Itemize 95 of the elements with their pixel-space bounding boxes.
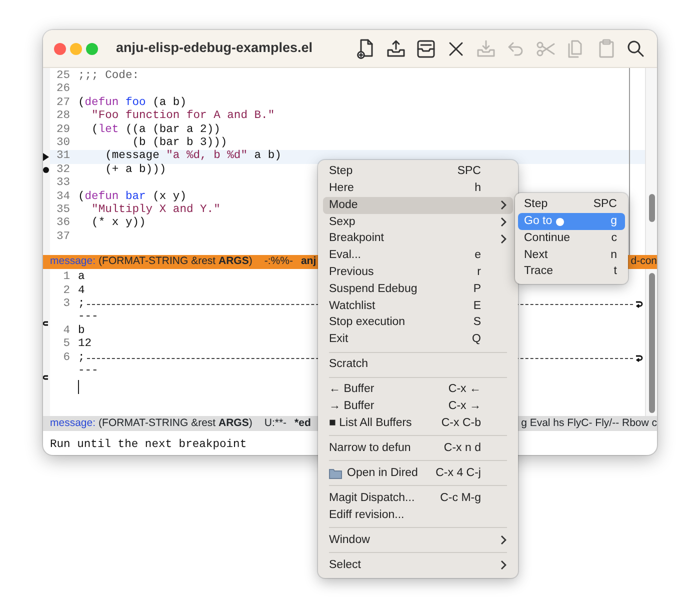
line-number: 31	[55, 150, 70, 164]
scrollbar[interactable]	[645, 68, 657, 256]
line-number: 29	[55, 124, 70, 137]
code-line: "Foo function for A and B."	[90, 110, 275, 124]
line-number: 32	[55, 164, 70, 178]
menu-item[interactable]: Ediff revision...	[323, 506, 513, 524]
output-line: 12	[78, 338, 92, 352]
line-number: 25	[55, 70, 70, 84]
line-number: 5	[62, 338, 70, 352]
line-number: 3	[62, 298, 70, 312]
output-line: ---	[78, 364, 98, 378]
menu-item[interactable]: Window	[323, 532, 513, 549]
scrollbar-thumb[interactable]	[649, 273, 655, 414]
menu-item[interactable]: Select	[323, 556, 513, 574]
code-line: (b (bar b 3)))	[131, 136, 228, 150]
menu-item[interactable]: Narrow to defun C-x n d	[323, 440, 513, 457]
line-number: 27	[55, 96, 70, 110]
line-number: 6	[62, 352, 70, 365]
menu-item[interactable]: Scratch	[323, 356, 513, 374]
menu-item[interactable]: Mode	[323, 197, 513, 214]
mode-list: d-con	[630, 255, 657, 270]
buffer-name: anj	[300, 255, 316, 270]
line-number: 26	[55, 83, 70, 97]
menu-item[interactable]: Sexp	[323, 214, 513, 231]
chevron-right-icon	[500, 217, 507, 228]
menu-item[interactable]: Trace t	[518, 264, 625, 280]
code-line: (* x y))	[90, 217, 146, 231]
output-line: ;	[78, 298, 85, 312]
function-name: message:	[50, 416, 96, 431]
archive-icon[interactable]	[415, 38, 437, 60]
close-window-button[interactable]	[54, 42, 66, 54]
line-number: 30	[55, 136, 70, 150]
text-cursor	[78, 380, 79, 394]
minimize-window-button[interactable]	[70, 42, 82, 54]
code-line: "Multiply X and Y."	[90, 204, 220, 216]
line-number: 1	[62, 271, 70, 285]
menu-item[interactable]: Next n	[518, 246, 625, 264]
code-line: ;;; Code:	[78, 70, 140, 84]
chevron-right-icon	[500, 234, 507, 244]
folder-icon	[329, 468, 342, 479]
zoom-window-button[interactable]	[86, 42, 98, 54]
chevron-right-icon	[500, 535, 507, 546]
line-number: 37	[55, 230, 70, 244]
code-line: (defun foo (a b)	[78, 96, 186, 110]
scrollbar[interactable]	[645, 269, 657, 416]
menu-item[interactable]: Breakpoint	[323, 230, 513, 248]
output-line: 4	[78, 284, 85, 298]
chevron-right-icon	[500, 200, 507, 210]
menu-item[interactable]: Open in Dired C-x 4 C-j	[323, 465, 513, 482]
function-signature: (FORMAT-STRING &rest ARGS)	[98, 255, 252, 270]
menu-item[interactable]: Continue c	[518, 230, 625, 247]
buffer-status: -:%%-	[264, 255, 293, 270]
chevron-right-icon	[500, 560, 507, 570]
line-number: 28	[55, 110, 70, 124]
menu-item[interactable]: Eval... e	[323, 247, 513, 264]
line-number: 34	[55, 190, 70, 204]
buffer-name: *ed	[294, 416, 311, 431]
line-number: 36	[55, 217, 70, 231]
line-number: 4	[62, 324, 70, 338]
line-wrap-icon	[43, 374, 49, 382]
output-line: ---	[78, 311, 98, 324]
menu-item[interactable]: Exit Q	[323, 331, 513, 348]
output-line: a	[78, 271, 85, 285]
line-number: 2	[62, 284, 70, 298]
scrollbar-thumb[interactable]	[649, 194, 655, 222]
output-line: ;	[78, 352, 85, 365]
menu-item[interactable]: Suspend Edebug P	[323, 281, 513, 298]
output-line: b	[78, 324, 85, 338]
menu-item[interactable]: Watchlist E	[323, 298, 513, 315]
line-wrap-icon	[636, 300, 643, 309]
function-name: message:	[50, 255, 96, 270]
pointer-dot-icon	[556, 218, 564, 226]
menu-item[interactable]: Previous r	[323, 264, 513, 282]
line-wrap-icon	[636, 354, 643, 363]
echo-area-message: Run until the next breakpoint	[49, 438, 247, 452]
code-line: (message "a %d, b %d" a b)	[104, 150, 282, 164]
upload-icon[interactable]	[385, 38, 407, 60]
code-line: (+ a b)))	[104, 164, 166, 178]
buffer-status: U:**-	[264, 416, 287, 431]
menu-item[interactable]: Magit Dispatch... C-c M-g	[323, 490, 513, 507]
line-number: 35	[55, 204, 70, 218]
menu-item[interactable]: ← Buffer C-x ←	[323, 381, 513, 398]
menu-item[interactable]: Here h	[323, 180, 513, 198]
window-title: anju-elisp-edebug-examples.el	[116, 39, 313, 58]
code-line: (let ((a (bar a 2))	[90, 124, 220, 136]
function-signature: (FORMAT-STRING &rest ARGS)	[98, 416, 252, 431]
line-number: 33	[55, 177, 70, 191]
code-line: (defun bar (x y)	[78, 190, 186, 204]
menu-item[interactable]: ■ List All Buffers C-x C-b	[323, 415, 513, 432]
menu-item[interactable]: Step SPC	[518, 196, 625, 214]
menu-item[interactable]: Stop execution S	[323, 314, 513, 332]
menu-item[interactable]: → Buffer C-x →	[323, 398, 513, 416]
mode-list: g Eval hs FlyC- Fly/-- Rbow c	[521, 416, 657, 431]
line-wrap-icon	[43, 321, 49, 328]
menu-item[interactable]: Step SPC	[323, 164, 513, 180]
